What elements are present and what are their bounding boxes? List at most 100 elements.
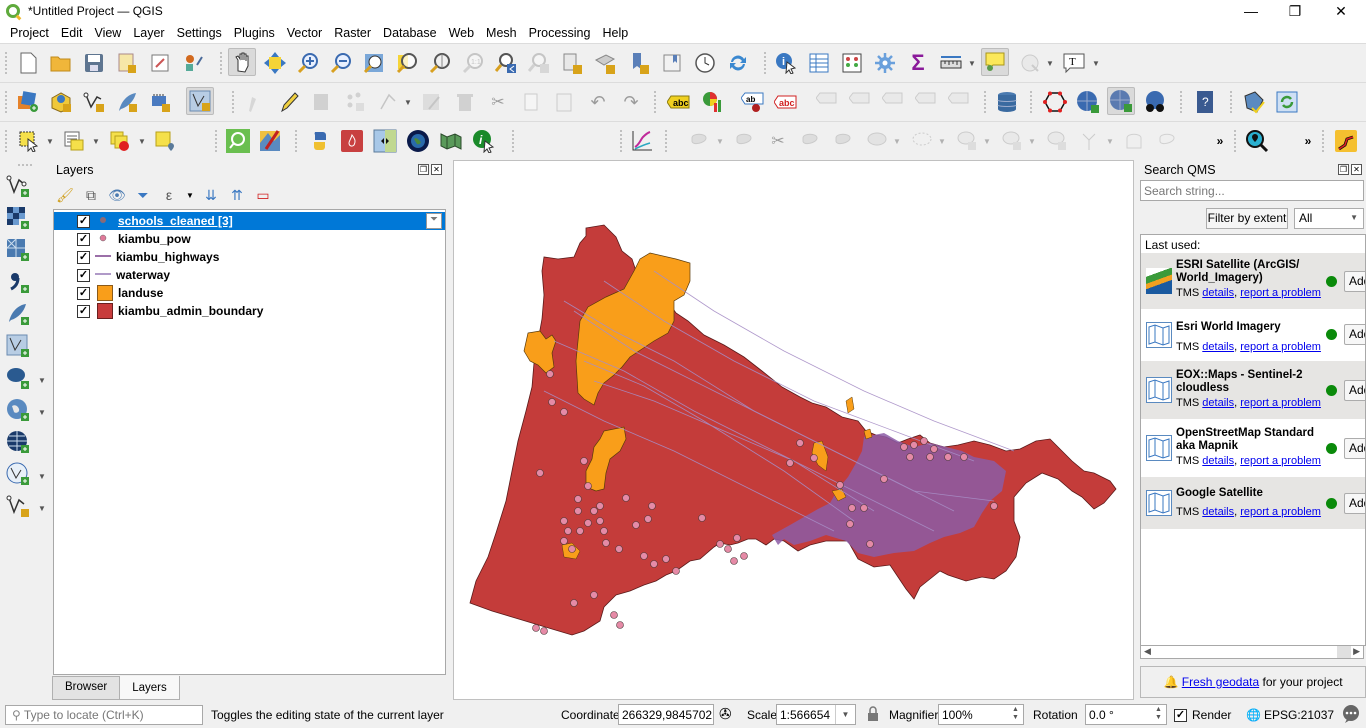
save-project-icon[interactable]	[82, 51, 106, 75]
filter-legend-icon[interactable]: ⏷	[134, 187, 152, 204]
report-problem-link[interactable]: report a problem	[1240, 341, 1321, 353]
diagram-options-icon[interactable]	[700, 90, 724, 114]
restore-button[interactable]: ❐	[1272, 0, 1318, 22]
menu-settings[interactable]: Settings	[171, 26, 228, 40]
filter-expression-dropdown-icon[interactable]: ▼	[186, 191, 194, 200]
deselect-features-icon[interactable]	[108, 129, 132, 153]
zoom-last-icon[interactable]	[494, 51, 518, 75]
close-panel-icon[interactable]: ✕	[431, 164, 442, 175]
menu-project[interactable]: Project	[4, 26, 55, 40]
expand-all-icon[interactable]: ⇊	[202, 187, 220, 204]
open-project-icon[interactable]	[49, 51, 73, 75]
menu-database[interactable]: Database	[377, 26, 443, 40]
locator-search-input[interactable]: ⚲ Type to locate (Ctrl+K)	[5, 705, 203, 725]
details-link[interactable]: details	[1202, 455, 1234, 467]
trim-extend-icon[interactable]	[1123, 129, 1147, 153]
heatmap-plugin-icon[interactable]	[340, 129, 364, 153]
move-label-icon[interactable]	[881, 90, 905, 114]
layer-visibility-checkbox[interactable]: ✓	[77, 286, 90, 300]
add-wms-layer-icon[interactable]	[6, 398, 30, 422]
tab-layers[interactable]: Layers	[119, 676, 180, 700]
horizontal-scrollbar[interactable]: ◀ ▶	[1140, 645, 1364, 659]
delete-ring-icon[interactable]	[955, 129, 979, 153]
add-postgis-layer-icon[interactable]	[6, 366, 30, 390]
add-service-button[interactable]: Add	[1344, 380, 1365, 401]
add-ring-icon[interactable]	[865, 129, 889, 153]
layer-visibility-checkbox[interactable]: ✓	[77, 250, 90, 264]
details-link[interactable]: details	[1202, 397, 1234, 409]
digitizing-split-icon[interactable]	[688, 129, 712, 153]
zoom-to-layer-icon[interactable]	[428, 51, 452, 75]
help-icon[interactable]: ?	[1193, 90, 1217, 114]
layer-row-schools-cleaned[interactable]: ✓ schools_cleaned [3] ⏷	[54, 212, 445, 230]
select-by-location-icon[interactable]	[153, 129, 177, 153]
split-dropdown-icon[interactable]: ▼	[716, 137, 724, 146]
new-virtual-layer-icon[interactable]	[148, 90, 172, 114]
scroll-thumb[interactable]	[1337, 646, 1351, 658]
coordinate-field[interactable]: 266329,9845702	[618, 704, 714, 725]
paste-features-icon[interactable]	[552, 90, 576, 114]
pan-to-selection-icon[interactable]	[263, 51, 287, 75]
add-service-button[interactable]: Add	[1344, 493, 1365, 514]
toolbar-grip[interactable]	[5, 91, 7, 113]
new-layer-dropdown-icon[interactable]: ▼	[38, 504, 46, 513]
vertex-tool-icon[interactable]	[376, 90, 400, 114]
select-features-dropdown-icon[interactable]: ▼	[46, 137, 54, 146]
swipe-compare-icon[interactable]	[373, 129, 397, 153]
delete-selected-icon[interactable]	[453, 90, 477, 114]
toolbar-grip[interactable]	[295, 130, 297, 152]
ring-dropdown-icon[interactable]: ▼	[893, 137, 901, 146]
route-plugin-icon[interactable]	[1334, 129, 1358, 153]
data-source-manager-icon[interactable]	[16, 90, 40, 114]
new-shapefile-layer-icon[interactable]	[82, 90, 106, 114]
toolbar-grip[interactable]	[1030, 91, 1032, 113]
report-problem-link[interactable]: report a problem	[1240, 455, 1321, 467]
statistical-summary-icon[interactable]: Σ	[906, 50, 930, 75]
qms-service-item[interactable]: ESRI Satellite (ArcGIS/ World_Imagery) T…	[1141, 253, 1365, 309]
map-render[interactable]	[454, 161, 1135, 701]
rotation-spinbox[interactable]: 0.0 ° ▲ ▼	[1085, 704, 1167, 725]
toolbar-grip[interactable]	[620, 130, 622, 152]
modify-attributes-icon[interactable]	[420, 90, 444, 114]
qms-service-item[interactable]: Esri World Imagery TMS details, report a…	[1141, 309, 1365, 361]
menu-vector[interactable]: Vector	[281, 26, 328, 40]
menu-mesh[interactable]: Mesh	[480, 26, 523, 40]
render-checkbox[interactable]: ✓	[1174, 709, 1187, 722]
map-swipe-icon[interactable]	[258, 129, 282, 153]
copy-features-icon[interactable]	[519, 90, 543, 114]
collapse-all-icon[interactable]: ⇈	[228, 187, 246, 204]
wms-dropdown-icon[interactable]: ▼	[38, 408, 46, 417]
open-attribute-table-icon[interactable]	[807, 51, 831, 75]
menu-edit[interactable]: Edit	[55, 26, 89, 40]
add-raster-layer-icon[interactable]	[6, 206, 30, 230]
new-bookmark-icon[interactable]	[628, 51, 652, 75]
topology-checker-icon[interactable]	[1043, 90, 1067, 114]
toolbar-grip[interactable]	[1180, 91, 1182, 113]
annotation-dropdown-icon[interactable]: ▼	[1092, 59, 1100, 68]
toolbar-grip[interactable]	[1230, 91, 1232, 113]
add-group-icon[interactable]: ⧉	[82, 187, 100, 204]
layer-row-kiambu-pow[interactable]: ✓ kiambu_pow	[54, 230, 445, 248]
menu-view[interactable]: View	[88, 26, 127, 40]
magnifier-spinbox[interactable]: 100% ▲ ▼	[938, 704, 1024, 725]
zoom-to-selection-icon[interactable]	[395, 51, 419, 75]
toolbar-grip[interactable]	[5, 52, 7, 74]
rotate-dropdown-icon[interactable]: ▼	[1106, 137, 1114, 146]
add-service-button[interactable]: Add	[1344, 271, 1365, 292]
toolbar-overflow-icon[interactable]: »	[1208, 129, 1232, 153]
split-parts-icon[interactable]: ✂	[766, 129, 790, 153]
zoom-next-icon[interactable]	[527, 51, 551, 75]
metasearch-icon[interactable]	[1076, 90, 1100, 114]
toolbar-grip[interactable]	[220, 52, 222, 74]
offset-curve-icon[interactable]	[832, 129, 856, 153]
plugin-identify-icon[interactable]: i	[472, 129, 496, 153]
float-panel-icon[interactable]: ❐	[418, 164, 429, 175]
qms-service-item[interactable]: Google Satellite TMS details, report a p…	[1141, 477, 1365, 529]
processing-toolbox-icon[interactable]	[873, 51, 897, 75]
db-manager-icon[interactable]	[995, 90, 1019, 114]
add-virtual-layer-icon[interactable]	[6, 334, 30, 358]
refresh-table-icon[interactable]	[1275, 90, 1299, 114]
remove-layer-icon[interactable]: ▭	[254, 187, 272, 204]
messages-icon[interactable]	[1342, 705, 1360, 726]
select-features-icon[interactable]	[17, 129, 41, 153]
